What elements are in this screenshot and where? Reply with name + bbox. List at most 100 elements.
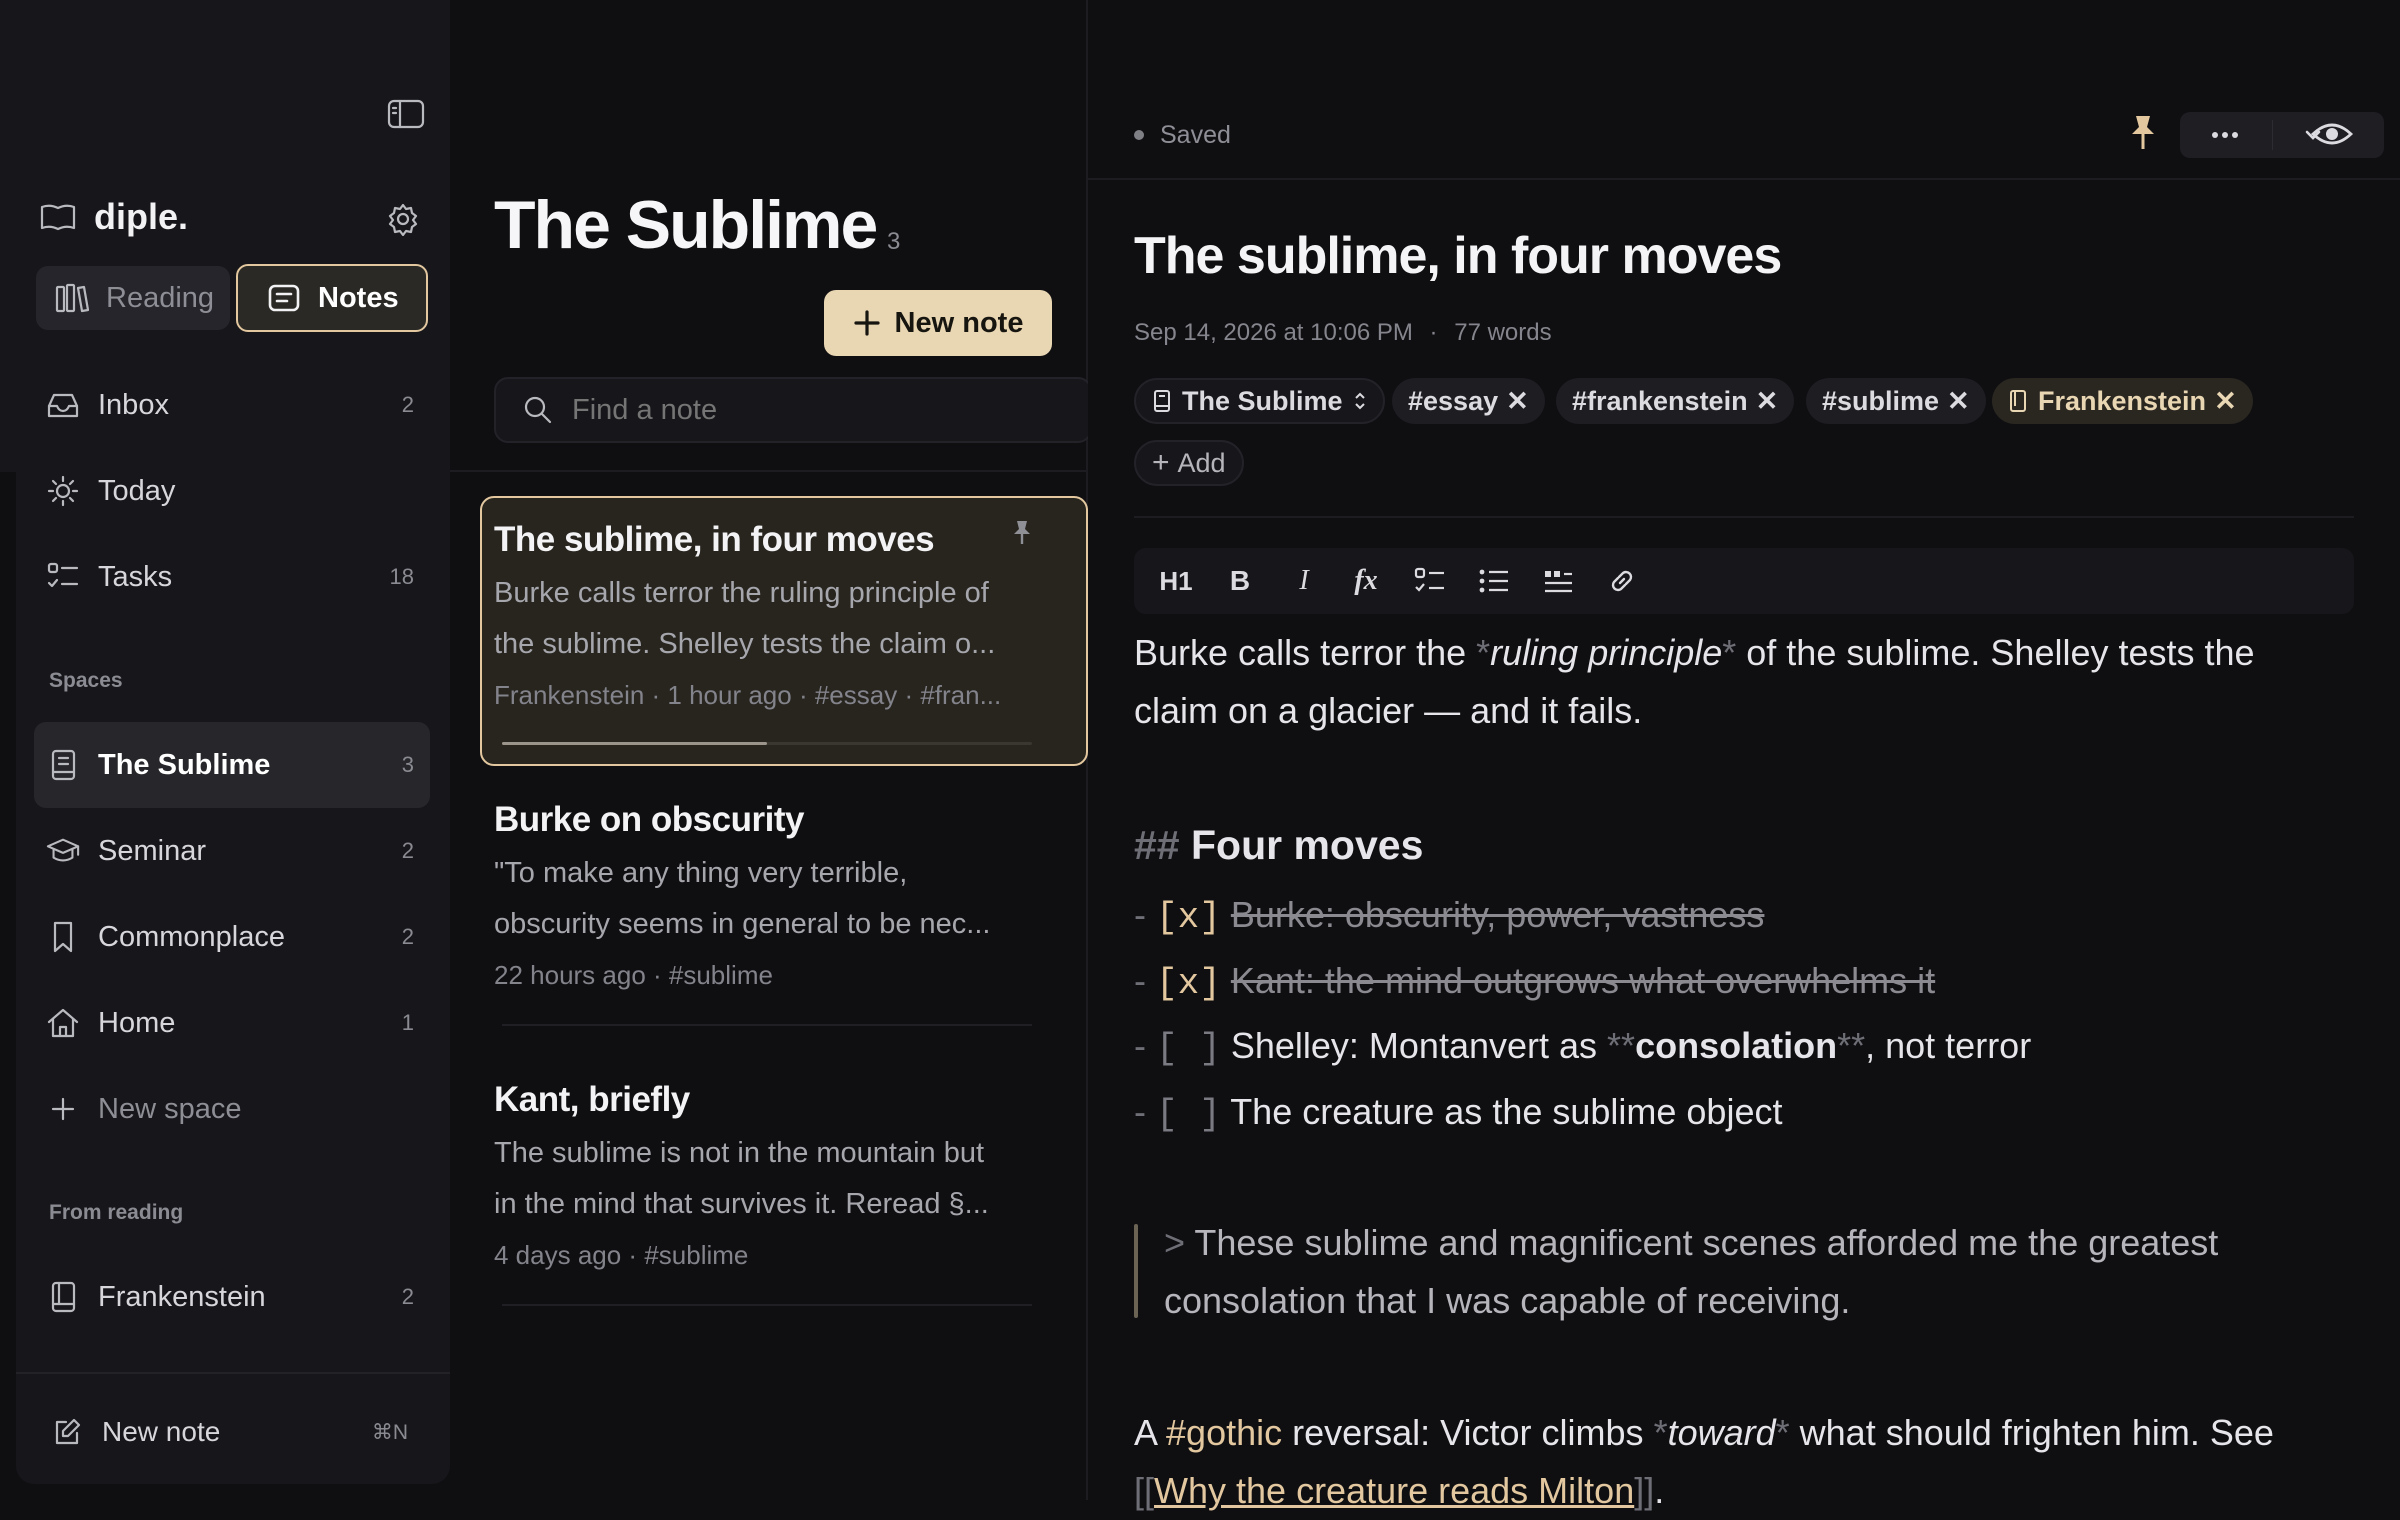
bold-text: consolation (1635, 1025, 1838, 1066)
text-run: reversal: Victor climbs (1282, 1412, 1654, 1453)
reading-mode-label: Reading (106, 281, 215, 314)
status-dot (1134, 130, 1144, 140)
note-preview: Burke calls terror the ruling principle … (494, 568, 1022, 670)
task-item[interactable]: - [ ] The creature as the sublime object (1134, 1083, 1782, 1144)
paragraph-line[interactable]: [[Why the creature reads Milton]]. (1134, 1462, 1664, 1520)
tag-chip-essay[interactable]: #essay ✕ (1392, 378, 1545, 424)
task-item[interactable]: - [ ] Shelley: Montanvert as **consolati… (1134, 1017, 2031, 1078)
wiki-link[interactable]: Why the creature reads Milton (1154, 1470, 1634, 1511)
note-title: Burke on obscurity (494, 800, 804, 839)
sidebar-item-count: 1 (401, 1010, 414, 1035)
note-title: The sublime, in four moves (1134, 227, 1782, 285)
note-preview: The sublime is not in the mountain but i… (494, 1128, 1022, 1230)
checklist-icon (1414, 567, 1444, 592)
quote-button[interactable] (1530, 548, 1586, 614)
notes-mode-button[interactable]: Notes (236, 264, 428, 332)
text-run: . (1654, 1470, 1665, 1511)
sidebar-item-the-sublime[interactable]: The Sublime 3 (34, 722, 430, 808)
task-checkbox[interactable]: [x] (1156, 897, 1221, 938)
new-space-button[interactable]: New space (34, 1066, 430, 1152)
task-item[interactable]: - [x] Burke: obscurity, power, vastness (1134, 886, 1764, 947)
markdown-mark: * (1775, 1412, 1790, 1453)
books-icon (54, 282, 90, 314)
bold-button[interactable]: B (1212, 548, 1268, 614)
separator: · (1429, 319, 1438, 346)
new-note-sidebar-button[interactable]: New note ⌘N (34, 1392, 430, 1472)
task-text: Shelley: Montanvert as (1230, 1025, 1608, 1066)
tag-chip-frankenstein[interactable]: #frankenstein ✕ (1556, 378, 1795, 424)
bullet-list-button[interactable] (1466, 548, 1522, 614)
space-selector[interactable]: The Sublime (1134, 378, 1385, 424)
sidebar-item-count: 2 (401, 838, 414, 863)
markdown-mark: - (1134, 894, 1146, 935)
compose-icon (52, 1417, 82, 1447)
list-item[interactable]: Burke on obscurity "To make any thing ve… (494, 800, 1072, 991)
markdown-mark: ]] (1634, 1470, 1655, 1511)
remove-tag-icon[interactable]: ✕ (1756, 386, 1779, 417)
text-run: A (1134, 1412, 1167, 1453)
note-meta: 22 hours ago · #sublime (494, 960, 773, 990)
new-note-label: New note (894, 306, 1024, 339)
sidebar-item-inbox[interactable]: Inbox 2 (34, 362, 430, 448)
task-checkbox[interactable]: [x] (1156, 963, 1221, 1004)
sidebar-item-count: 18 (389, 564, 414, 589)
inline-tag[interactable]: #gothic (1166, 1412, 1282, 1453)
checklist-button[interactable] (1402, 548, 1458, 614)
eye-icon[interactable] (2310, 116, 2354, 152)
tag-chip-sublime[interactable]: #sublime ✕ (1806, 378, 1986, 424)
sidebar-item-home[interactable]: Home 1 (34, 980, 430, 1066)
quote-text: These sublime and magnificent scenes aff… (1185, 1222, 2219, 1263)
task-item[interactable]: - [x] Kant: the mind outgrows what overw… (1134, 952, 1935, 1013)
paragraph-line[interactable]: claim on a glacier — and it fails. (1134, 682, 1642, 740)
heading-button[interactable]: H1 (1148, 548, 1204, 614)
text-run: of the sublime. Shelley tests the (1736, 632, 2255, 673)
sidebar-item-seminar[interactable]: Seminar 2 (34, 808, 430, 894)
editor-pane: Saved The sublime, in four moves Sep 14,… (1088, 0, 2400, 1511)
divider (16, 1372, 450, 1374)
toggle-sidebar-icon[interactable] (386, 97, 426, 131)
reading-mode-button[interactable]: Reading (36, 266, 230, 330)
note-icon (268, 283, 300, 313)
sidebar-item-tasks[interactable]: Tasks 18 (34, 534, 430, 620)
note-meta: 4 days ago · #sublime (494, 1240, 749, 1270)
paragraph[interactable]: Burke calls terror the *ruling principle… (1134, 624, 2255, 682)
divider (2272, 120, 2273, 150)
link-button[interactable] (1594, 548, 1650, 614)
formula-button[interactable]: fx (1338, 548, 1394, 614)
inbox-icon (46, 388, 80, 422)
paragraph[interactable]: A #gothic reversal: Victor climbs *towar… (1134, 1404, 2274, 1462)
more-icon[interactable] (2210, 130, 2240, 140)
search-input[interactable] (572, 393, 1072, 427)
linked-book-chip[interactable]: Frankenstein ✕ (1992, 378, 2253, 424)
gear-icon[interactable] (386, 202, 420, 236)
search-field[interactable] (494, 377, 1092, 443)
blockquote[interactable]: > These sublime and magnificent scenes a… (1164, 1214, 2218, 1272)
sidebar-item-commonplace[interactable]: Commonplace 2 (34, 894, 430, 980)
note-preview-line: Burke calls terror the ruling principle … (494, 577, 989, 609)
section-heading[interactable]: ## Four moves (1134, 816, 1423, 874)
emphasis: toward (1667, 1412, 1776, 1453)
sidebar-item-label: Commonplace (98, 920, 285, 953)
add-tag-button[interactable]: + Add (1134, 440, 1244, 486)
blockquote-bar (1134, 1224, 1138, 1318)
remove-tag-icon[interactable]: ✕ (1947, 386, 1970, 417)
italic-button[interactable]: I (1276, 548, 1332, 614)
book-icon (2008, 389, 2028, 413)
task-checkbox[interactable]: [ ] (1156, 1028, 1221, 1069)
pin-icon[interactable] (2128, 112, 2158, 152)
list-item[interactable]: Kant, briefly The sublime is not in the … (494, 1080, 1072, 1271)
quote-icon (1545, 571, 1572, 593)
remove-tag-icon[interactable]: ✕ (1506, 386, 1529, 417)
reading-progress-track (502, 742, 1032, 745)
sidebar-item-frankenstein[interactable]: Frankenstein 2 (34, 1254, 430, 1340)
tag-label: #essay (1408, 385, 1499, 416)
new-note-button[interactable]: New note (824, 290, 1052, 356)
remove-link-icon[interactable]: ✕ (2214, 386, 2237, 417)
list-item[interactable]: The sublime, in four moves Burke calls t… (494, 520, 1072, 711)
task-checkbox[interactable]: [ ] (1156, 1094, 1221, 1135)
markdown-mark: - (1134, 1091, 1146, 1132)
divider (1134, 516, 2354, 518)
plus-icon: + (1152, 446, 1170, 479)
sidebar-item-today[interactable]: Today (34, 448, 430, 534)
blockquote-line[interactable]: consolation that I was capable of receiv… (1164, 1272, 1850, 1330)
